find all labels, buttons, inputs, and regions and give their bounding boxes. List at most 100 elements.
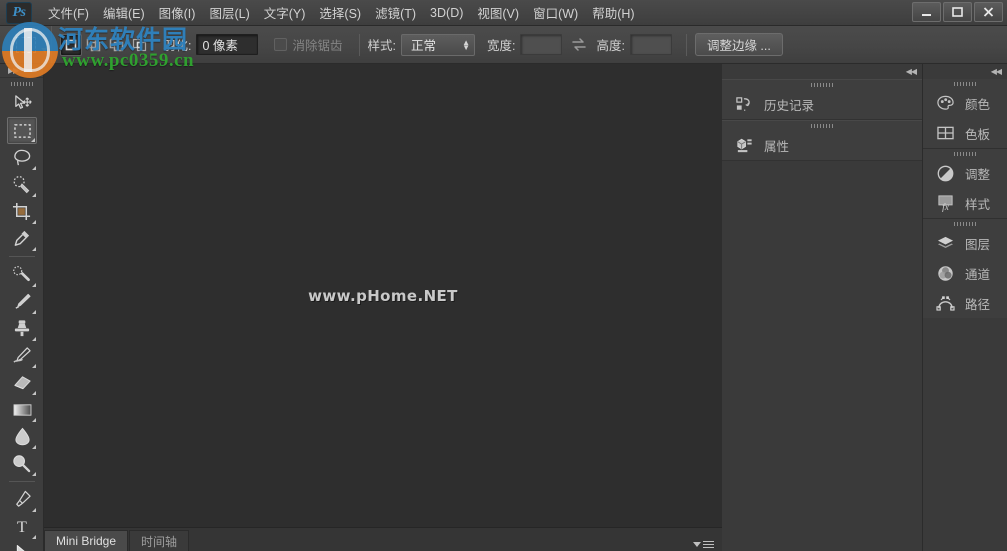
history-panel-grip[interactable] <box>722 80 922 89</box>
selection-mode-group <box>60 33 151 56</box>
menu-item-image[interactable]: 图像(I) <box>152 0 203 26</box>
photoshop-logo-icon[interactable]: Ps <box>3 1 35 25</box>
menu-item-file[interactable]: 文件(F) <box>41 0 96 26</box>
tool-flyout-corner[interactable] <box>32 535 36 539</box>
styles-fx-icon: fx <box>933 194 957 212</box>
adjustments-styles-group: 调整 fx 样式 <box>923 149 1007 219</box>
quick-selection-tool[interactable] <box>7 171 37 198</box>
adjustments-group-grip[interactable] <box>923 149 1007 158</box>
tool-flyout-corner[interactable] <box>32 193 36 197</box>
panel-menu-arrow <box>693 542 701 547</box>
tab-mini-bridge[interactable]: Mini Bridge <box>44 530 129 551</box>
intersect-selection-button[interactable] <box>129 34 151 56</box>
antialias-checkbox-wrap[interactable]: 消除锯齿 <box>274 35 343 54</box>
menu-item-layer[interactable]: 图层(L) <box>202 0 256 26</box>
tools-panel-grip[interactable] <box>0 78 43 90</box>
menu-item-3d[interactable]: 3D(D) <box>423 2 470 24</box>
menu-item-filter[interactable]: 滤镜(T) <box>368 0 423 26</box>
tool-flyout-corner[interactable] <box>32 508 36 512</box>
tool-flyout-corner[interactable] <box>32 364 36 368</box>
properties-panel-tab[interactable]: 属性 <box>722 120 922 161</box>
menu-item-help[interactable]: 帮助(H) <box>585 0 641 26</box>
pen-tool[interactable] <box>7 486 37 513</box>
feather-input[interactable]: 0 像素 <box>196 34 259 55</box>
minimize-button[interactable] <box>912 2 941 22</box>
tool-flyout-corner[interactable] <box>32 220 36 224</box>
tool-flyout-corner[interactable] <box>32 445 36 449</box>
menu-bar: Ps 文件(F) 编辑(E) 图像(I) 图层(L) 文字(Y) 选择(S) 滤… <box>0 0 1007 26</box>
sidebar-item-color[interactable]: 颜色 <box>923 88 1007 118</box>
menu-item-view[interactable]: 视图(V) <box>470 0 526 26</box>
history-panel-icon <box>732 95 756 114</box>
brush-tool[interactable] <box>7 288 37 315</box>
tool-flyout-corner[interactable] <box>32 310 36 314</box>
eyedropper-tool[interactable] <box>7 225 37 252</box>
history-panel-tab[interactable]: 历史记录 <box>722 79 922 120</box>
history-brush-tool[interactable] <box>7 342 37 369</box>
grip-dots-icon <box>954 221 976 226</box>
sidebar-item-swatches[interactable]: 色板 <box>923 118 1007 148</box>
tool-flyout-corner[interactable] <box>32 472 36 476</box>
sidebar-item-styles[interactable]: fx 样式 <box>923 188 1007 218</box>
sidebar-item-adjustments[interactable]: 调整 <box>923 158 1007 188</box>
swap-arrows-icon[interactable] <box>571 38 587 51</box>
maximize-button[interactable] <box>943 2 972 22</box>
tool-flyout-corner[interactable] <box>32 247 36 251</box>
menu-item-edit[interactable]: 编辑(E) <box>96 0 152 26</box>
width-input[interactable] <box>520 34 563 55</box>
type-tool[interactable]: T <box>7 513 37 540</box>
document-canvas-area[interactable]: www.pHome.NET <box>44 64 722 527</box>
color-group-grip[interactable] <box>923 79 1007 88</box>
eraser-tool[interactable] <box>7 369 37 396</box>
rectangular-marquee-tool[interactable] <box>7 117 37 144</box>
dodge-tool[interactable] <box>7 450 37 477</box>
layers-group-grip[interactable] <box>923 219 1007 228</box>
lasso-tool[interactable] <box>7 144 37 171</box>
subtract-from-selection-button[interactable] <box>106 34 128 56</box>
move-tool[interactable] <box>7 90 37 117</box>
double-chevron-right-icon: ▶▶ <box>8 66 19 75</box>
svg-text:T: T <box>17 519 27 536</box>
tab-timeline[interactable]: 时间轴 <box>129 530 190 551</box>
sidebar-item-channels[interactable]: 通道 <box>923 258 1007 288</box>
refine-edge-button[interactable]: 调整边缘 ... <box>694 33 783 56</box>
sidebar-item-history[interactable]: 历史记录 <box>722 89 922 119</box>
tool-preset-dropdown-arrow[interactable] <box>41 48 46 54</box>
dock-right-collapse-button[interactable]: ◀◀ <box>923 64 1007 79</box>
sidebar-item-properties-label: 属性 <box>764 139 790 154</box>
path-selection-tool[interactable] <box>7 540 37 551</box>
sidebar-item-properties[interactable]: 属性 <box>722 130 922 160</box>
height-input[interactable] <box>629 34 672 55</box>
sidebar-item-channels-label: 通道 <box>965 267 991 282</box>
add-to-selection-button[interactable] <box>83 34 105 56</box>
tool-flyout-corner[interactable] <box>32 283 36 287</box>
tool-flyout-corner[interactable] <box>31 138 35 142</box>
spot-healing-brush-tool[interactable] <box>7 261 37 288</box>
style-select[interactable]: 正常 ▲ ▼ <box>400 33 475 56</box>
active-tool-preset-icon[interactable] <box>0 26 52 63</box>
tool-flyout-corner[interactable] <box>32 391 36 395</box>
feather-label: 羽化: <box>163 39 192 53</box>
crop-tool[interactable] <box>7 198 37 225</box>
clone-stamp-tool[interactable] <box>7 315 37 342</box>
tool-flyout-corner[interactable] <box>32 418 36 422</box>
tool-flyout-corner[interactable] <box>32 337 36 341</box>
tool-flyout-corner[interactable] <box>32 166 36 170</box>
blur-tool[interactable] <box>7 423 37 450</box>
menu-item-select[interactable]: 选择(S) <box>312 0 368 26</box>
menu-item-type[interactable]: 文字(Y) <box>257 0 313 26</box>
gradient-tool[interactable] <box>7 396 37 423</box>
menu-item-window[interactable]: 窗口(W) <box>526 0 585 26</box>
tools-panel-collapse-button[interactable]: ▶▶ <box>0 64 43 78</box>
sidebar-item-color-label: 颜色 <box>965 97 991 112</box>
new-selection-button[interactable] <box>60 33 82 56</box>
options-divider-2 <box>685 33 687 56</box>
panel-menu-icon[interactable] <box>693 541 722 551</box>
antialias-checkbox[interactable] <box>274 38 288 51</box>
style-label: 样式: <box>367 39 396 53</box>
close-button[interactable] <box>974 2 1003 22</box>
properties-panel-grip[interactable] <box>722 121 922 130</box>
sidebar-item-layers[interactable]: 图层 <box>923 228 1007 258</box>
dock-middle-collapse-button[interactable]: ◀◀ <box>722 64 922 79</box>
sidebar-item-paths[interactable]: 路径 <box>923 288 1007 318</box>
